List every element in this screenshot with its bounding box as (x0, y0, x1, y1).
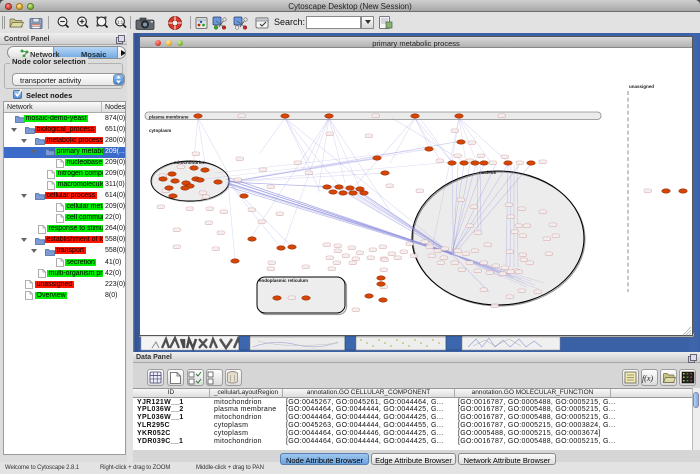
svg-text:1:1: 1:1 (117, 19, 124, 24)
svg-text:unassigned: unassigned (629, 84, 654, 89)
svg-text:mitochondrion: mitochondrion (174, 160, 206, 165)
svg-text:f(x): f(x) (642, 374, 653, 383)
svg-text:endoplasmic reticulum: endoplasmic reticulum (259, 278, 308, 283)
svg-text:plasma membrane: plasma membrane (149, 115, 189, 120)
svg-text:cytoplasm: cytoplasm (149, 128, 171, 133)
